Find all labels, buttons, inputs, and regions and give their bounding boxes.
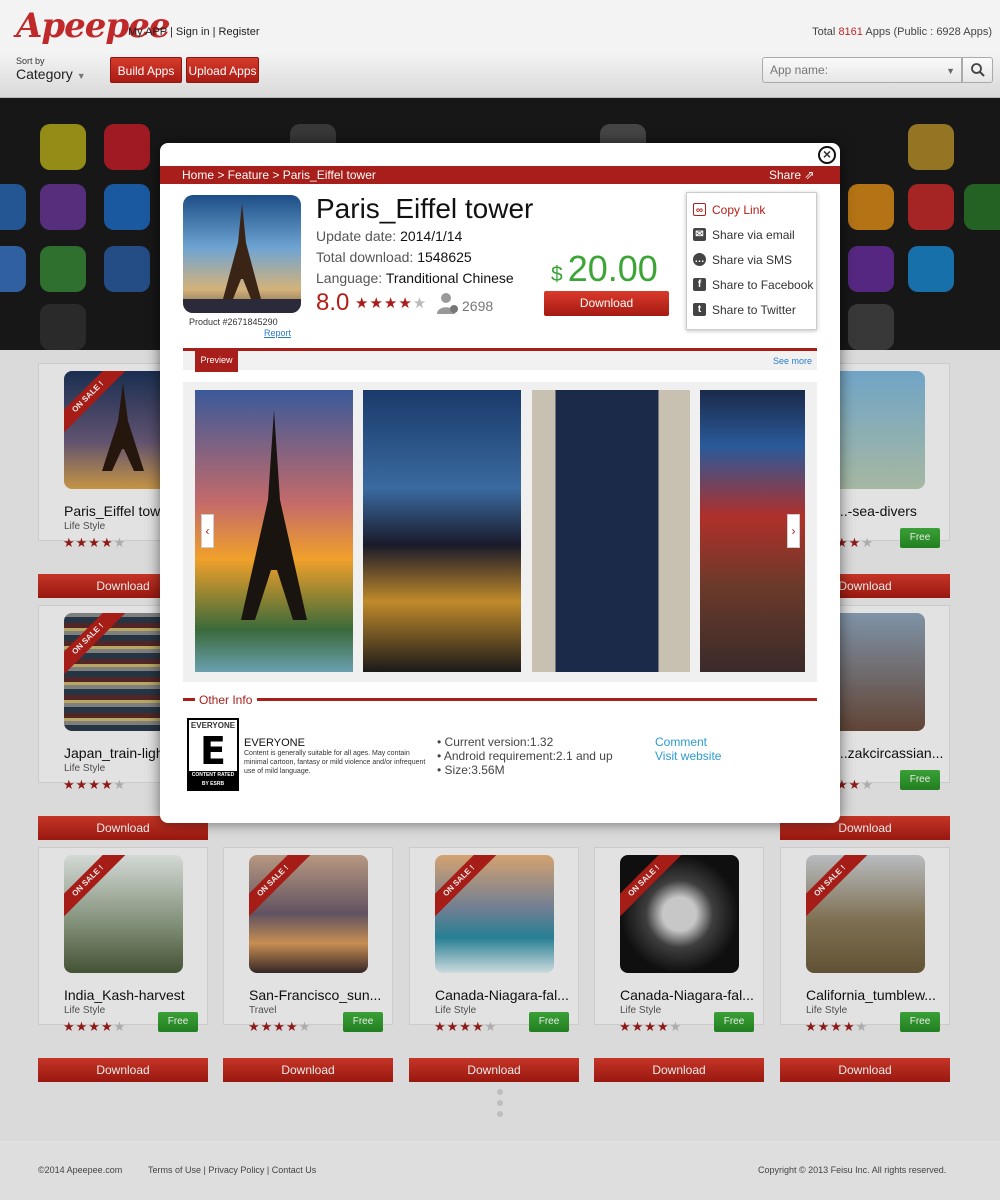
facebook-icon: f — [693, 278, 706, 291]
menu-label: Share to Facebook — [712, 278, 814, 292]
footer-rights: Copyright © 2013 Feisu Inc. All rights r… — [758, 1165, 947, 1175]
screenshot[interactable] — [532, 390, 690, 672]
product-number: Product #2671845290 — [189, 317, 278, 327]
my-app-link[interactable]: My APP — [128, 26, 167, 38]
close-icon[interactable]: × — [818, 146, 836, 164]
current-version: Current version:1.32 — [444, 735, 554, 749]
price-value: 20.00 — [567, 248, 658, 289]
total-count: 8161 — [838, 26, 863, 38]
sms-icon: … — [693, 253, 706, 266]
download-button[interactable]: Download — [544, 291, 669, 316]
totals-mid: Apps (Public : — [865, 26, 934, 38]
content-rating-description: Content is generally suitable for all ag… — [244, 750, 426, 775]
info-item: • Android requirement:2.1 and up — [437, 749, 613, 763]
menu-label: Share to Twitter — [712, 303, 796, 317]
modal-header-bar: Home > Feature > Paris_Eiffel tower Shar… — [160, 166, 840, 184]
update-date: Update date: 2014/1/14 — [316, 228, 462, 244]
share-label: Share — [769, 168, 802, 182]
totals-prefix: Total — [812, 26, 836, 38]
divider — [257, 698, 817, 701]
sort-category-dropdown[interactable]: Category ▼ — [16, 66, 86, 82]
update-label: Update date: — [316, 228, 397, 244]
share-email-item[interactable]: ✉ Share via email — [693, 225, 817, 245]
report-link[interactable]: Report — [264, 328, 291, 338]
sort-value: Category — [16, 66, 73, 82]
menu-label: Share via email — [712, 228, 795, 242]
eiffel-tower-image — [183, 203, 301, 313]
separator: | — [170, 26, 173, 38]
share-button[interactable]: Share ⇗ — [769, 166, 814, 184]
chevron-left-icon[interactable]: ‹ — [201, 514, 214, 548]
users-icon — [437, 293, 458, 314]
search-icon — [970, 63, 985, 77]
esrb-letter: E — [200, 729, 226, 773]
price: $20.00 — [551, 248, 658, 290]
info-item: • Size:3.56M — [437, 763, 505, 777]
email-icon: ✉ — [693, 228, 706, 241]
screenshot[interactable] — [363, 390, 521, 672]
search-input[interactable] — [763, 58, 933, 82]
chevron-down-icon: ▼ — [76, 71, 86, 81]
breadcrumb[interactable]: Home > Feature > Paris_Eiffel tower — [182, 166, 376, 184]
register-link[interactable]: Register — [219, 26, 260, 38]
search-button[interactable] — [962, 57, 993, 83]
share-menu: ∞ Copy Link ✉ Share via email … Share via S… — [686, 192, 817, 330]
separator: | — [212, 26, 216, 38]
menu-label: Share via SMS — [712, 253, 793, 267]
app-totals: Total 8161 Apps (Public : 6928 Apps) — [812, 26, 992, 38]
link-icon: ∞ — [693, 203, 706, 216]
see-more-link[interactable]: See more — [773, 356, 812, 366]
top-bar: Apeepee My APP | Sign in | Register Tota… — [0, 0, 1000, 52]
copy-link-item[interactable]: ∞ Copy Link — [693, 200, 817, 220]
app-title: Paris_Eiffel tower — [316, 193, 534, 224]
esrb-rating-badge: EVERYONE E CONTENT RATED BY ESRB — [187, 718, 239, 791]
comment-link[interactable]: Comment — [655, 735, 707, 749]
share-icon: ⇗ — [804, 168, 815, 182]
footer-links[interactable]: Terms of Use | Privacy Policy | Contact … — [148, 1165, 316, 1175]
share-twitter-item[interactable]: t Share to Twitter — [693, 300, 817, 320]
divider — [183, 698, 195, 701]
esrb-bottom: CONTENT RATED BY ESRB — [189, 771, 237, 789]
downloads-label: Total download: — [316, 249, 414, 265]
app-size: Size:3.56M — [444, 763, 505, 777]
public-count: 6928 — [936, 26, 961, 38]
preview-tab-bar — [183, 348, 817, 370]
footer-copyright: ©2014 Apeepee.com — [38, 1165, 123, 1175]
visit-website-link[interactable]: Visit website — [655, 749, 721, 763]
share-facebook-item[interactable]: f Share to Facebook — [693, 275, 817, 295]
rating-score: 8.0 — [316, 289, 350, 316]
sort-by-label: Sort by — [16, 56, 45, 66]
total-downloads: Total download: 1548625 — [316, 249, 472, 265]
search-box: ▼ — [762, 57, 962, 83]
screenshot[interactable] — [195, 390, 353, 672]
user-count: 2698 — [462, 298, 494, 314]
chevron-right-icon[interactable]: › — [787, 514, 800, 548]
downloads-value: 1548625 — [417, 249, 472, 265]
account-links: My APP | Sign in | Register — [128, 26, 260, 38]
currency: $ — [551, 263, 563, 286]
sign-in-link[interactable]: Sign in — [176, 26, 210, 38]
content-rating-title: EVERYONE — [244, 737, 305, 749]
language: Language: Tranditional Chinese — [316, 270, 514, 286]
language-value: Tranditional Chinese — [385, 270, 514, 286]
share-sms-item[interactable]: … Share via SMS — [693, 250, 817, 270]
info-item: • Current version:1.32 — [437, 735, 554, 749]
toolbar: Sort by Category ▼ Build Apps Upload App… — [0, 52, 1000, 98]
twitter-icon: t — [693, 303, 706, 316]
other-info-title: Other Info — [199, 693, 253, 707]
menu-label: Copy Link — [712, 203, 766, 217]
android-requirement: Android requirement:2.1 and up — [443, 749, 613, 763]
build-apps-button[interactable]: Build Apps — [110, 57, 182, 83]
update-value: 2014/1/14 — [400, 228, 463, 244]
tab-preview[interactable]: Preview — [195, 348, 238, 372]
eiffel-tower-image — [241, 410, 307, 620]
chevron-down-icon[interactable]: ▼ — [946, 66, 955, 76]
footer: ©2014 Apeepee.com Terms of Use | Privacy… — [0, 1141, 1000, 1200]
app-icon-image — [183, 195, 301, 313]
star-rating: ★★★★★ — [355, 295, 428, 312]
totals-suffix: Apps) — [963, 26, 992, 38]
language-label: Language: — [316, 270, 383, 286]
upload-apps-button[interactable]: Upload Apps — [186, 57, 259, 83]
